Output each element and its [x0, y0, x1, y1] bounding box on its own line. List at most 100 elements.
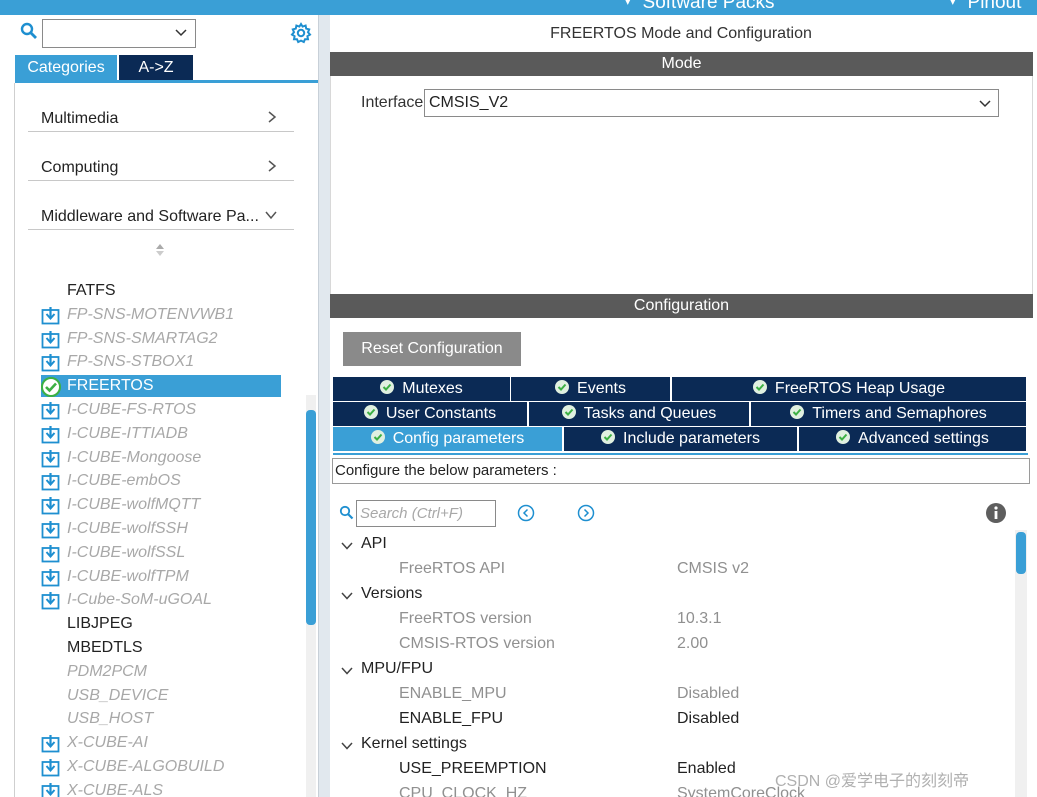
- configuration-section-header: Configuration: [330, 294, 1033, 318]
- page-title: FREERTOS Mode and Configuration: [550, 25, 812, 42]
- interface-select[interactable]: CMSIS_V2: [424, 89, 999, 117]
- check-circle-icon: [555, 379, 570, 394]
- tab-events[interactable]: Events: [511, 377, 670, 401]
- middleware-item-label: PDM2PCM: [67, 663, 148, 680]
- next-match-icon[interactable]: [577, 504, 595, 526]
- download-icon: [41, 496, 60, 515]
- check-circle-icon: [790, 404, 805, 419]
- parameter-group-label: API: [361, 535, 387, 552]
- search-icon[interactable]: [20, 22, 38, 44]
- tab-mutexes[interactable]: Mutexes: [333, 377, 510, 401]
- middleware-item-label: FP-SNS-STBOX1: [67, 353, 195, 370]
- parameter-name: ENABLE_MPU: [399, 685, 507, 702]
- middleware-item-label: I-CUBE-ITTIADB: [67, 425, 188, 442]
- left-panel: Categories A->Z Multimedia Computing Mid…: [0, 15, 318, 797]
- left-search-row: [0, 15, 318, 55]
- tab-timers-and-semaphores[interactable]: Timers and Semaphores: [751, 402, 1026, 426]
- parameter-row: ENABLE_MPU Disabled: [330, 683, 1010, 705]
- top-menu-bar: ▾ Software Packs ▾ Pinout: [0, 0, 1037, 15]
- parameter-value: 2.00: [677, 635, 709, 652]
- category-computing[interactable]: Computing: [28, 132, 294, 181]
- parameter-row[interactable]: ENABLE_FPU Disabled: [330, 708, 1010, 730]
- category-middleware[interactable]: Middleware and Software Pa...: [28, 181, 294, 230]
- tab-a-to-z[interactable]: A->Z: [119, 55, 193, 80]
- parameter-row: CMSIS-RTOS version 2.00: [330, 633, 1010, 655]
- tab-label: Config parameters: [392, 430, 525, 447]
- category-multimedia[interactable]: Multimedia: [28, 83, 294, 132]
- chevron-down-icon: ▾: [625, 0, 631, 8]
- parameter-group[interactable]: API: [340, 533, 640, 555]
- chevron-down-icon: [340, 587, 354, 609]
- parameter-row: FreeRTOS version 10.3.1: [330, 608, 1010, 630]
- tab-label: Advanced settings: [858, 430, 989, 447]
- download-icon: [41, 425, 60, 444]
- middleware-item-label: I-CUBE-wolfSSH: [67, 520, 188, 537]
- tab-user-constants[interactable]: User Constants: [333, 402, 527, 426]
- gear-icon[interactable]: [290, 22, 312, 48]
- chevron-down-icon: [174, 25, 188, 43]
- middleware-item-label: LIBJPEG: [67, 615, 133, 632]
- tab-advanced-settings[interactable]: Advanced settings: [799, 427, 1026, 451]
- sort-arrows-icon[interactable]: [155, 243, 165, 261]
- middleware-item-label: USB_DEVICE: [67, 687, 169, 704]
- mode-section: Interface CMSIS_V2: [330, 76, 1033, 296]
- parameter-value[interactable]: Enabled: [677, 758, 736, 780]
- tab-config-parameters[interactable]: Config parameters: [333, 427, 562, 451]
- chevron-down-icon: [340, 537, 354, 559]
- info-icon[interactable]: [985, 502, 1007, 528]
- tab-include-parameters[interactable]: Include parameters: [564, 427, 797, 451]
- middleware-item-label: FREERTOS: [67, 377, 154, 394]
- mode-section-header: Mode: [330, 52, 1033, 76]
- parameter-value[interactable]: Disabled: [677, 708, 739, 730]
- previous-match-icon[interactable]: [517, 504, 535, 526]
- menu-software-packs[interactable]: ▾ Software Packs: [625, 0, 775, 14]
- description-text: Configure the below parameters :: [335, 462, 557, 479]
- search-icon: [339, 505, 354, 524]
- download-icon: [41, 330, 60, 349]
- parameter-row: FreeRTOS API CMSIS v2: [330, 558, 1010, 580]
- tab-tasks-and-queues[interactable]: Tasks and Queues: [529, 402, 749, 426]
- tab-freertos-heap-usage[interactable]: FreeRTOS Heap Usage: [672, 377, 1026, 401]
- check-circle-icon: [363, 404, 378, 419]
- left-scrollbar-thumb[interactable]: [306, 410, 316, 625]
- download-icon: [41, 449, 60, 468]
- middleware-item-label: X-CUBE-AI: [67, 734, 148, 751]
- parameter-group[interactable]: Versions: [340, 583, 640, 605]
- description-box: Configure the below parameters :: [332, 458, 1030, 484]
- download-icon: [41, 734, 60, 753]
- chevron-right-icon: [266, 159, 278, 177]
- middleware-item-label: I-CUBE-FS-RTOS: [67, 401, 197, 418]
- parameter-group[interactable]: Kernel settings: [340, 733, 640, 755]
- download-icon: [41, 306, 60, 325]
- tab-label: FreeRTOS Heap Usage: [774, 380, 946, 397]
- parameter-scrollbar-thumb[interactable]: [1016, 532, 1026, 574]
- menu-pinout[interactable]: ▾ Pinout: [950, 0, 1021, 14]
- parameter-search-input[interactable]: Search (Ctrl+F): [356, 500, 496, 527]
- parameter-group[interactable]: MPU/FPU: [340, 658, 640, 680]
- category-tree: Multimedia Computing Middleware and Soft…: [14, 83, 318, 797]
- download-icon: [41, 353, 60, 372]
- parameter-name: ENABLE_FPU: [399, 710, 504, 727]
- check-circle-icon: [370, 429, 385, 444]
- middleware-item-label: X-CUBE-ALGOBUILD: [67, 758, 225, 775]
- middleware-item-label: FP-SNS-MOTENVWB1: [67, 306, 235, 323]
- middleware-item-label: FATFS: [67, 282, 116, 299]
- middleware-item[interactable]: FREERTOS: [41, 375, 281, 397]
- check-circle-icon: [601, 429, 616, 444]
- download-icon: [41, 782, 60, 797]
- tabs-underline: [333, 453, 1028, 455]
- panel-splitter[interactable]: [318, 15, 330, 797]
- middleware-item-label: MBEDTLS: [67, 639, 143, 656]
- parameter-name: FreeRTOS API: [399, 560, 506, 577]
- middleware-item-label: I-CUBE-Mongoose: [67, 449, 202, 466]
- check-circle-icon: [752, 379, 767, 394]
- search-combo-input[interactable]: [42, 19, 196, 48]
- parameter-name: CPU_CLOCK_HZ: [399, 785, 528, 797]
- chevron-down-icon: [264, 208, 278, 225]
- tab-categories[interactable]: Categories: [15, 55, 117, 80]
- download-icon: [41, 591, 60, 610]
- tab-label: Mutexes: [402, 380, 463, 397]
- interface-label: Interface: [361, 94, 424, 111]
- parameter-name: USE_PREEMPTION: [399, 760, 547, 777]
- reset-configuration-button[interactable]: Reset Configuration: [343, 332, 521, 366]
